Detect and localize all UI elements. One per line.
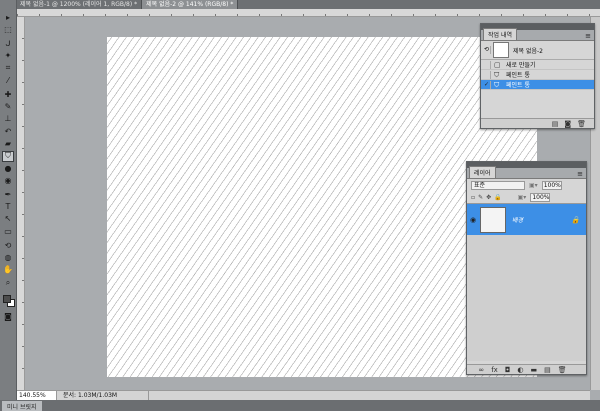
dodge-icon[interactable]: ◉ bbox=[2, 175, 14, 186]
history-item[interactable]: ▢ 새로 만들기 bbox=[481, 60, 594, 70]
snapshot-thumbnail bbox=[493, 42, 509, 58]
crop-icon[interactable]: ⌗ bbox=[2, 63, 14, 74]
lock-controls: ▫ ✎ ✥ 🔒 bbox=[471, 194, 502, 201]
mask-icon[interactable]: ◘ bbox=[505, 366, 511, 374]
lock-transparency-icon[interactable]: ▫ bbox=[471, 194, 475, 201]
fill-label: ▣▾ bbox=[517, 193, 527, 201]
type-icon[interactable]: T bbox=[2, 202, 14, 213]
horizontal-ruler bbox=[17, 9, 600, 17]
history-panel-footer: ▤ ◙ 🗑 bbox=[481, 118, 594, 128]
new-document-from-state-icon[interactable]: ▤ bbox=[552, 120, 559, 128]
lock-pixels-icon[interactable]: ✎ bbox=[478, 194, 483, 201]
document-size-info[interactable]: 문서: 1.03M/1.03M bbox=[63, 391, 149, 400]
3d-orbit-icon[interactable]: ◍ bbox=[2, 253, 14, 264]
new-document-icon: ▢ bbox=[494, 60, 501, 69]
opacity-field[interactable]: 100% bbox=[541, 180, 562, 190]
lock-position-icon[interactable]: ✥ bbox=[486, 194, 491, 201]
layer-name: 배경 bbox=[512, 217, 524, 224]
paint-bucket-icon[interactable]: ⛉ bbox=[2, 150, 14, 162]
layer-thumbnail bbox=[480, 206, 506, 233]
history-source-box[interactable] bbox=[484, 70, 491, 79]
new-layer-icon[interactable]: ▤ bbox=[544, 366, 551, 374]
panel-tabs: 레이어 bbox=[467, 166, 586, 179]
lock-icon: 🔒 bbox=[571, 215, 580, 224]
lock-all-icon[interactable]: 🔒 bbox=[494, 194, 501, 201]
camera-icon[interactable]: ◙ bbox=[564, 120, 571, 128]
history-item-label: 페인트 통 bbox=[506, 72, 530, 79]
quick-mask-icon[interactable]: ◙ bbox=[2, 311, 14, 322]
vertical-ruler bbox=[17, 17, 25, 390]
trash-icon[interactable]: 🗑 bbox=[577, 120, 586, 128]
toolbar: ▸ ⬚ ᒍ ✦ ⌗ ⁄ ✚ ✎ ⊥ ↶ ▰ ⛉ ● ◉ ✒ T ↖ ▭ ⟲ ◍ ✋ ⌕ ◙ bbox=[0, 0, 17, 400]
foreground-color-swatch[interactable] bbox=[3, 295, 11, 304]
marquee-icon[interactable]: ⬚ bbox=[2, 24, 14, 35]
blend-mode-select[interactable]: 표준 bbox=[471, 180, 525, 190]
clone-stamp-icon[interactable]: ⊥ bbox=[2, 114, 14, 125]
layer-lock-row: ▫ ✎ ✥ 🔒 ▣▾ 100% bbox=[467, 191, 586, 203]
eraser-icon[interactable]: ▰ bbox=[2, 138, 14, 149]
trash-icon[interactable]: 🗑 bbox=[558, 366, 567, 374]
document-tab-1[interactable]: 제목 없음-1 @ 1200% (레이어 1, RGB/8) * bbox=[16, 0, 143, 9]
magic-wand-icon[interactable]: ✦ bbox=[2, 51, 14, 62]
mini-bridge-tab[interactable]: 미니 브릿지 bbox=[2, 401, 42, 411]
history-brush-icon[interactable]: ↶ bbox=[2, 126, 14, 137]
panel-menu-icon[interactable]: ≡ bbox=[585, 32, 591, 40]
tab-history[interactable]: 작업 내역 bbox=[483, 28, 517, 40]
document-tab-2[interactable]: 제목 없음-2 @ 141% (RGB/8) * bbox=[142, 0, 239, 9]
lasso-icon[interactable]: ᒍ bbox=[2, 38, 14, 49]
history-brush-source-icon[interactable]: ⟲ bbox=[484, 46, 491, 54]
tab-layers[interactable]: 레이어 bbox=[469, 166, 496, 178]
zoom-field[interactable]: 140.55% bbox=[17, 391, 57, 400]
panel-menu-icon[interactable]: ≡ bbox=[577, 170, 583, 178]
fx-icon[interactable]: fx bbox=[491, 366, 498, 374]
paint-bucket-icon: ⛉ bbox=[494, 70, 500, 79]
link-layers-icon[interactable]: ∞ bbox=[478, 366, 484, 374]
history-item-selected[interactable]: ✓ ⛉ 페인트 통 bbox=[481, 80, 594, 90]
history-item-label: 새로 만들기 bbox=[506, 62, 536, 69]
history-source-box[interactable] bbox=[484, 60, 491, 69]
layers-panel: 레이어 ≡ 표준 ▣▾ 100% ▫ ✎ ✥ 🔒 ▣▾ 100% ◉ 배경 🔒 … bbox=[466, 161, 587, 375]
layers-panel-footer: ∞ fx ◘ ◐ ▬ ▤ 🗑 bbox=[467, 364, 586, 374]
shape-icon[interactable]: ▭ bbox=[2, 226, 14, 237]
path-selection-icon[interactable]: ↖ bbox=[2, 214, 14, 225]
history-panel: 작업 내역 ≡ ⟲ 제목 없음-2 ▢ 새로 만들기 ⛉ 페인트 통 ✓ ⛉ 페… bbox=[480, 23, 595, 129]
history-item[interactable]: ⛉ 페인트 통 bbox=[481, 70, 594, 80]
layer-blend-row: 표준 ▣▾ 100% bbox=[467, 179, 586, 191]
brush-icon[interactable]: ✎ bbox=[2, 102, 14, 113]
eyedropper-icon[interactable]: ⁄ bbox=[2, 75, 14, 86]
panel-tabs: 작업 내역 bbox=[481, 28, 594, 41]
visibility-eye-icon[interactable]: ◉ bbox=[468, 216, 478, 224]
layer-row[interactable]: ◉ 배경 🔒 bbox=[467, 204, 586, 235]
fill-field[interactable]: 100% bbox=[530, 192, 551, 202]
bottom-panel-bar: 미니 브릿지 bbox=[0, 400, 600, 411]
move-icon[interactable]: ▸ bbox=[2, 12, 14, 23]
document-tabs: 제목 없음-1 @ 1200% (레이어 1, RGB/8) * 제목 없음-2… bbox=[16, 0, 600, 9]
layers-list: ◉ 배경 🔒 bbox=[467, 203, 586, 361]
hand-icon[interactable]: ✋ bbox=[2, 265, 14, 276]
adjustment-layer-icon[interactable]: ◐ bbox=[517, 366, 523, 374]
blur-icon[interactable]: ● bbox=[2, 163, 14, 174]
opacity-label: ▣▾ bbox=[529, 181, 538, 189]
history-snapshot[interactable]: ⟲ 제목 없음-2 bbox=[481, 41, 594, 60]
healing-brush-icon[interactable]: ✚ bbox=[2, 89, 14, 100]
pen-icon[interactable]: ✒ bbox=[2, 189, 14, 200]
history-source-box[interactable]: ✓ bbox=[484, 80, 491, 89]
history-item-label: 페인트 통 bbox=[506, 82, 530, 89]
status-bar: 140.55% 문서: 1.03M/1.03M bbox=[17, 390, 590, 400]
snapshot-label: 제목 없음-2 bbox=[513, 47, 543, 55]
zoom-icon[interactable]: ⌕ bbox=[2, 277, 14, 288]
paint-bucket-icon: ⛉ bbox=[494, 80, 500, 89]
folder-icon[interactable]: ▬ bbox=[530, 366, 537, 374]
3d-rotate-icon[interactable]: ⟲ bbox=[2, 240, 14, 251]
